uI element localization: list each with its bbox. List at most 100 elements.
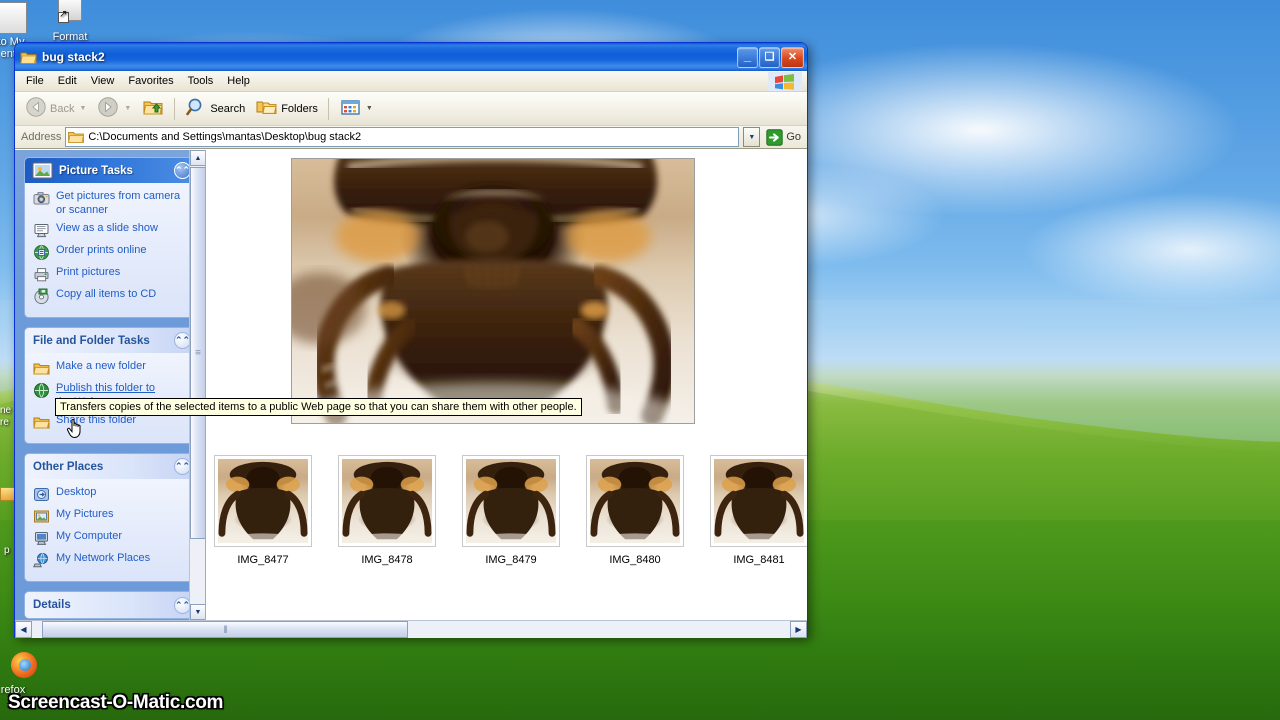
toolbar-separator-2: [327, 97, 329, 120]
desktop-icon-firefox-partial[interactable]: refox: [0, 650, 42, 696]
views-dropdown-icon[interactable]: ▼: [366, 105, 373, 112]
screencast-watermark: Screencast-O-Matic.com: [8, 692, 224, 713]
panel-header-other-places[interactable]: Other Places ⌃⌃: [25, 454, 195, 479]
desktop-icon: [33, 486, 50, 503]
menu-tools[interactable]: Tools: [181, 73, 221, 89]
thumbnail-frame: [586, 455, 684, 547]
forward-button[interactable]: ▼: [92, 96, 136, 122]
windows-flag-icon: [768, 72, 802, 91]
preview-image-beetle: [291, 158, 695, 424]
place-my-pictures[interactable]: My Pictures: [33, 507, 190, 525]
close-button[interactable]: ✕: [781, 46, 804, 68]
place-desktop[interactable]: Desktop: [33, 485, 190, 503]
file-list-pane[interactable]: IMG_8477 IMG_8478 IMG_8479 IMG_8480 IMG_…: [205, 150, 807, 620]
task-print-pictures[interactable]: Print pictures: [33, 265, 190, 283]
scroll-left-button[interactable]: ◀: [15, 620, 32, 638]
thumbnail-item[interactable]: IMG_8477: [214, 455, 312, 566]
thumbnail-frame: [462, 455, 560, 547]
address-dropdown-button[interactable]: ▼: [743, 127, 761, 147]
task-order-prints[interactable]: Order prints online: [33, 243, 190, 261]
beetle-thumb: [218, 461, 308, 543]
menu-view[interactable]: View: [84, 73, 122, 89]
up-folder-icon: [142, 96, 164, 121]
panel-title: File and Folder Tasks: [33, 334, 150, 347]
publish-web-icon: [33, 382, 50, 399]
firefox-icon: [0, 650, 37, 682]
task-slide-show[interactable]: View as a slide show: [33, 221, 190, 239]
thumbnail-frame: [710, 455, 807, 547]
thumbnail-item[interactable]: IMG_8480: [586, 455, 684, 566]
task-make-new-folder[interactable]: Make a new folder: [33, 359, 190, 377]
task-label: Print pictures: [56, 266, 121, 278]
cd-icon: [33, 288, 50, 305]
views-icon: [339, 96, 361, 121]
back-dropdown-icon[interactable]: ▼: [79, 105, 86, 112]
sidebar-scrollbar[interactable]: ▲ ▼: [189, 150, 205, 620]
scroll-right-button[interactable]: ▶: [790, 620, 807, 638]
thumbnail-caption: IMG_8477: [237, 554, 289, 566]
folders-button[interactable]: Folders: [251, 96, 323, 122]
thumbnail-strip: IMG_8477 IMG_8478 IMG_8479 IMG_8480 IMG_…: [214, 455, 807, 566]
panel-file-folder-tasks: File and Folder Tasks ⌃⌃ Make a new fold…: [25, 328, 195, 443]
search-label: Search: [210, 102, 246, 115]
task-copy-to-cd[interactable]: Copy all items to CD: [33, 287, 190, 305]
menu-file[interactable]: File: [19, 73, 51, 89]
menu-edit[interactable]: Edit: [51, 73, 84, 89]
forward-dropdown-icon[interactable]: ▼: [124, 105, 131, 112]
task-label: Order prints online: [56, 244, 147, 256]
horizontal-scrollbar[interactable]: ◀ ▶: [15, 620, 807, 638]
sidebar-scroll-thumb[interactable]: [190, 167, 205, 539]
folder-new-icon: [33, 360, 50, 377]
thumbnail-item[interactable]: IMG_8478: [338, 455, 436, 566]
search-button[interactable]: Search: [180, 96, 250, 122]
panel-header-file-folder-tasks[interactable]: File and Folder Tasks ⌃⌃: [25, 328, 195, 353]
horizontal-scroll-thumb[interactable]: [42, 620, 408, 638]
panel-picture-tasks: Picture Tasks ⌃⌃ Get pictures from camer…: [25, 158, 195, 317]
folder-icon: [20, 50, 37, 65]
address-input[interactable]: C:\Documents and Settings\mantas\Desktop…: [65, 127, 740, 147]
go-button[interactable]: Go: [764, 127, 807, 148]
my-pictures-icon: [33, 508, 50, 525]
place-network-places[interactable]: My Network Places: [33, 551, 190, 569]
place-label: My Network Places: [56, 552, 151, 564]
address-value: C:\Documents and Settings\mantas\Desktop…: [88, 131, 362, 143]
task-label: Get pictures from camera or scanner: [56, 190, 181, 216]
task-label: Copy all items to CD: [56, 288, 157, 300]
toolbar: Back ▼ ▼ Search Folders ▼: [15, 92, 807, 126]
scroll-up-button[interactable]: ▲: [190, 150, 205, 166]
scroll-down-button[interactable]: ▼: [190, 604, 205, 620]
minimize-icon: _: [743, 47, 752, 63]
up-button[interactable]: [137, 96, 169, 122]
preview-image-container[interactable]: [291, 158, 695, 424]
beetle-thumb: [466, 461, 556, 543]
minimize-button[interactable]: _: [737, 46, 758, 68]
title-bar[interactable]: bug stack2 _ ❑ ✕: [15, 43, 807, 71]
thumbnail-image: [590, 459, 680, 543]
panel-body-picture-tasks: Get pictures from camera or scanner View…: [25, 183, 195, 317]
folder-share-icon: [33, 414, 50, 431]
folders-icon: [256, 96, 278, 121]
views-button[interactable]: ▼: [334, 96, 378, 122]
panel-header-details[interactable]: Details ⌃⌃: [25, 592, 195, 618]
format-factory-icon: [54, 0, 86, 29]
maximize-icon: ❑: [764, 50, 775, 63]
search-icon: [185, 96, 207, 121]
thumbnail-item[interactable]: IMG_8481: [710, 455, 807, 566]
menu-favorites[interactable]: Favorites: [121, 73, 180, 89]
thumbnail-item[interactable]: IMG_8479: [462, 455, 560, 566]
menu-help[interactable]: Help: [220, 73, 257, 89]
place-my-computer[interactable]: My Computer: [33, 529, 190, 547]
menu-bar: File Edit View Favorites Tools Help: [15, 71, 807, 92]
panel-header-picture-tasks[interactable]: Picture Tasks ⌃⌃: [25, 158, 195, 183]
task-get-pictures[interactable]: Get pictures from camera or scanner: [33, 189, 190, 217]
back-arrow-icon: [25, 96, 47, 121]
network-places-icon: [33, 552, 50, 569]
desktop: to My ents Format Factory refox nere p: [0, 0, 1280, 720]
go-icon: [766, 128, 784, 146]
pictures-icon: [31, 160, 55, 182]
maximize-button[interactable]: ❑: [759, 46, 780, 68]
back-button[interactable]: Back ▼: [20, 96, 91, 122]
horizontal-scroll-track[interactable]: [32, 620, 790, 638]
explorer-window: bug stack2 _ ❑ ✕ File Edit View Favorite…: [14, 42, 808, 638]
place-label: My Pictures: [56, 508, 114, 520]
